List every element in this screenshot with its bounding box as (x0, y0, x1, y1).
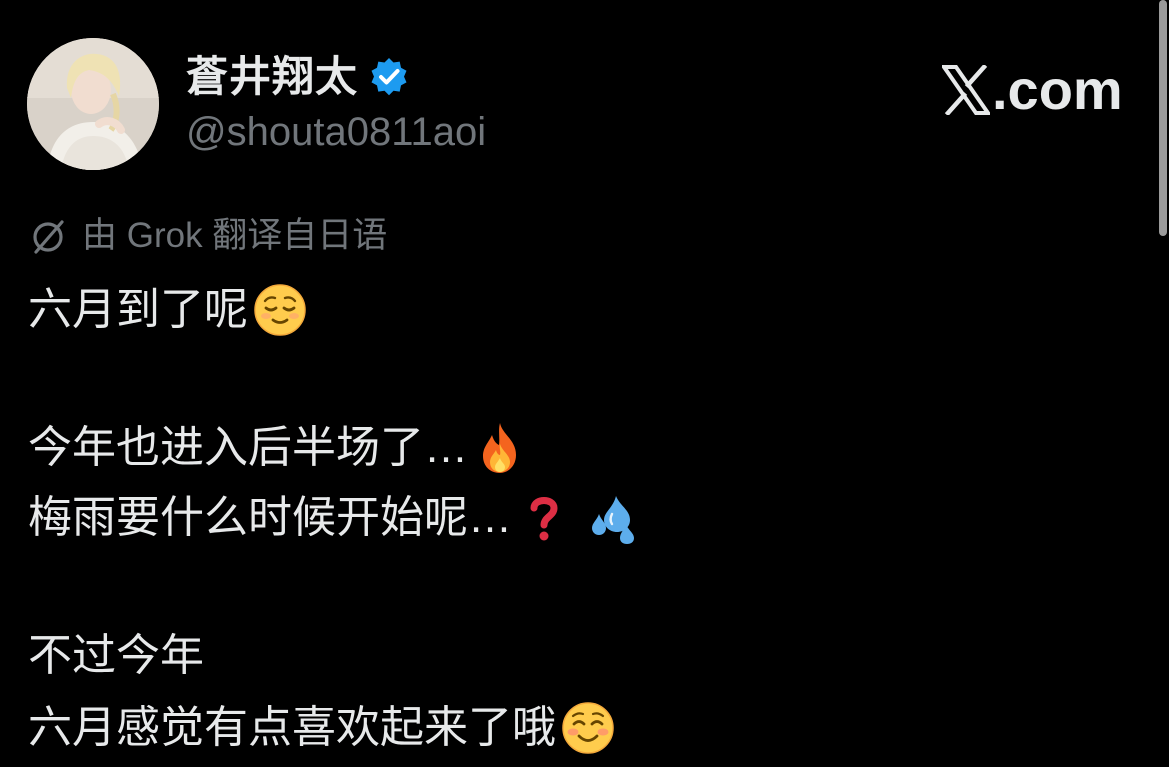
scrollbar-thumb[interactable] (1159, 0, 1167, 236)
scrollbar[interactable] (1157, 0, 1169, 767)
tweet-text: 不过今年 (28, 631, 204, 680)
grok-icon (33, 220, 64, 254)
avatar[interactable] (27, 38, 159, 170)
verified-badge-icon (368, 56, 410, 98)
relieved-face-emoji (252, 282, 308, 338)
avatar-photo (27, 38, 159, 170)
smiling-face-emoji (560, 700, 616, 756)
author-name-row[interactable]: 蒼井翔太 (186, 52, 410, 102)
tweet-text: 今年也进入后半场了… (28, 423, 468, 472)
site-domain: .com (992, 58, 1123, 121)
display-name[interactable]: 蒼井翔太 (186, 52, 358, 102)
tweet-line-5: 六月感觉有点喜欢起来了哦 (28, 698, 616, 758)
tweet-line-3: 梅雨要什么时候开始呢… (28, 488, 642, 548)
translation-notice-label: 由 Grok 翻译自日语 (82, 216, 388, 255)
fire-emoji (472, 420, 528, 476)
tweet-text: 六月感觉有点喜欢起来了哦 (28, 703, 556, 752)
translation-notice: 由 Grok 翻译自日语 (28, 212, 387, 260)
tweet-text: 梅雨要什么时候开始呢… (28, 493, 512, 542)
sweat-droplets-emoji (586, 490, 642, 546)
x-logo-icon (942, 65, 990, 115)
question-mark-emoji (516, 490, 572, 546)
tweet-line-2: 今年也进入后半场了… (28, 418, 528, 478)
site-logo: .com (942, 58, 1123, 122)
tweet-text: 六月到了呢 (28, 285, 248, 334)
tweet-line-4: 不过今年 (28, 626, 204, 686)
user-handle[interactable]: @shouta0811aoi (186, 108, 486, 156)
tweet-line-1: 六月到了呢 (28, 280, 308, 340)
